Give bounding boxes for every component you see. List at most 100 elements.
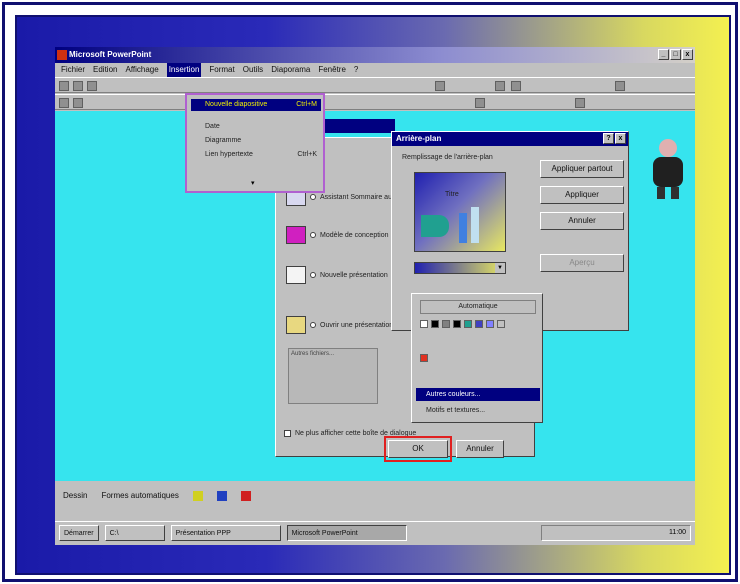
dont-show-checkbox-row[interactable]: Ne plus afficher cette boîte de dialogue: [284, 430, 416, 437]
new-icon[interactable]: [59, 81, 69, 91]
radio-open[interactable]: [310, 322, 316, 328]
preview-shape: [421, 215, 449, 237]
ok-button[interactable]: OK: [384, 436, 452, 462]
zoom-icon[interactable]: [435, 81, 445, 91]
menu-item-label: Date: [205, 123, 220, 130]
taskbar-button[interactable]: Présentation PPP: [170, 524, 281, 541]
fill-color-combo[interactable]: ▼: [414, 262, 506, 274]
option-label: Nouvelle présentation: [320, 271, 388, 279]
blank-presentation-icon: [286, 266, 306, 284]
menu-aide[interactable]: ?: [354, 63, 358, 77]
apply-all-button[interactable]: Appliquer partout: [540, 160, 624, 178]
color-swatch[interactable]: [442, 320, 450, 328]
help-icon[interactable]: [615, 81, 625, 91]
more-colors-item[interactable]: Autres couleurs...: [416, 388, 540, 401]
apply-button[interactable]: Appliquer: [540, 186, 624, 204]
chevron-down-icon[interactable]: ▾: [251, 179, 255, 187]
fill-group-label: Remplissage de l'arrière-plan: [402, 154, 493, 161]
text-color-icon[interactable]: [575, 98, 585, 108]
menu-item-chart[interactable]: Diagramme: [191, 135, 321, 147]
menu-fenetre[interactable]: Fenêtre: [318, 63, 346, 77]
color-swatch[interactable]: [475, 320, 483, 328]
menu-item-date[interactable]: Date: [191, 121, 321, 133]
insert-menu: Nouvelle diapositive Ctrl+M Date Diagram…: [185, 93, 325, 193]
preview-title: Titre: [445, 191, 459, 198]
color-swatch[interactable]: [453, 320, 461, 328]
selected-menu-strip: [325, 119, 395, 133]
color-swatch[interactable]: [420, 320, 428, 328]
outline-icon[interactable]: [59, 98, 69, 108]
option-label: Modèle de conception: [320, 231, 389, 239]
formatting-toolbar: [55, 94, 695, 110]
shortcut-label: Ctrl+M: [296, 101, 317, 108]
chevron-down-icon[interactable]: ▼: [495, 263, 505, 273]
title-bar: Microsoft PowerPoint _ □ x: [55, 47, 695, 63]
close-button[interactable]: x: [682, 49, 693, 60]
fill-color-icon[interactable]: [192, 491, 203, 501]
menu-insertion[interactable]: Insertion: [166, 63, 202, 77]
background-dialog-title: Arrière-plan ? x: [392, 132, 628, 146]
close-dialog-button[interactable]: x: [615, 133, 626, 144]
menu-bar: Fichier Edition Affichage Insertion Form…: [55, 63, 695, 77]
radio-blank[interactable]: [310, 272, 316, 278]
window-title: Microsoft PowerPoint: [69, 50, 152, 59]
preview-button[interactable]: Aperçu: [540, 254, 624, 272]
start-button[interactable]: Démarrer: [59, 524, 99, 541]
italic-icon[interactable]: [511, 81, 521, 91]
autoshapes-menu[interactable]: Formes automatiques: [101, 487, 178, 505]
powerpoint-window: Microsoft PowerPoint _ □ x Fichier Editi…: [55, 47, 695, 545]
save-icon[interactable]: [87, 81, 97, 91]
maximize-button[interactable]: □: [670, 49, 681, 60]
option-blank[interactable]: Nouvelle présentation: [286, 266, 388, 284]
template-icon: [286, 226, 306, 244]
menu-item-new-slide[interactable]: Nouvelle diapositive Ctrl+M: [191, 99, 321, 111]
taskbar: Démarrer C:\ Présentation PPP Microsoft …: [55, 521, 695, 543]
list-item[interactable]: Autres fichiers...: [289, 349, 377, 359]
cancel-button[interactable]: Annuler: [456, 440, 504, 458]
draw-menu[interactable]: Dessin: [63, 487, 87, 505]
outer-frame: Microsoft PowerPoint _ □ x Fichier Editi…: [2, 2, 738, 582]
font-size-icon[interactable]: [475, 98, 485, 108]
open-icon[interactable]: [73, 81, 83, 91]
bold-icon[interactable]: [495, 81, 505, 91]
color-swatch[interactable]: [464, 320, 472, 328]
menu-item-label: Lien hypertexte: [205, 151, 253, 158]
system-tray: 11:00: [541, 524, 691, 541]
standard-toolbar: [55, 77, 695, 93]
preview-bar: [471, 207, 479, 243]
preview-bar: [459, 213, 467, 243]
dialog-window-buttons: ? x: [603, 133, 626, 144]
office-assistant-icon[interactable]: [651, 139, 685, 199]
color-swatch[interactable]: [486, 320, 494, 328]
clock: 11:00: [669, 528, 686, 536]
option-template[interactable]: Modèle de conception: [286, 226, 389, 244]
drawing-toolbar: Dessin Formes automatiques: [55, 487, 695, 505]
menu-affichage[interactable]: Affichage: [125, 63, 158, 77]
line-color-icon[interactable]: [216, 491, 227, 501]
menu-edition[interactable]: Edition: [93, 63, 117, 77]
status-area: Dessin Formes automatiques Démarrer C:\ …: [55, 481, 695, 545]
radio-autocontent[interactable]: [310, 194, 316, 200]
menu-outils[interactable]: Outils: [243, 63, 263, 77]
help-button[interactable]: ?: [603, 133, 614, 144]
menu-format[interactable]: Format: [209, 63, 234, 77]
background-preview: Titre: [414, 172, 506, 252]
color-swatch[interactable]: [431, 320, 439, 328]
fill-effects-item[interactable]: Motifs et textures...: [416, 404, 540, 417]
dont-show-checkbox[interactable]: [284, 430, 291, 437]
automatic-color-button[interactable]: Automatique: [420, 300, 536, 314]
recent-files-list[interactable]: Autres fichiers...: [288, 348, 378, 404]
menu-item-hyperlink[interactable]: Lien hypertexte Ctrl+K: [191, 149, 321, 161]
menu-fichier[interactable]: Fichier: [61, 63, 85, 77]
color-swatch[interactable]: [497, 320, 505, 328]
checkbox-label: Ne plus afficher cette boîte de dialogue: [295, 430, 417, 437]
radio-template[interactable]: [310, 232, 316, 238]
taskbar-button-active[interactable]: Microsoft PowerPoint: [286, 524, 407, 541]
align-icon[interactable]: [73, 98, 83, 108]
menu-diaporama[interactable]: Diaporama: [271, 63, 310, 77]
font-color-icon[interactable]: [240, 491, 251, 501]
minimize-button[interactable]: _: [658, 49, 669, 60]
cancel-bg-button[interactable]: Annuler: [540, 212, 624, 230]
taskbar-button[interactable]: C:\: [104, 524, 165, 541]
recent-color-swatch[interactable]: [420, 354, 428, 362]
